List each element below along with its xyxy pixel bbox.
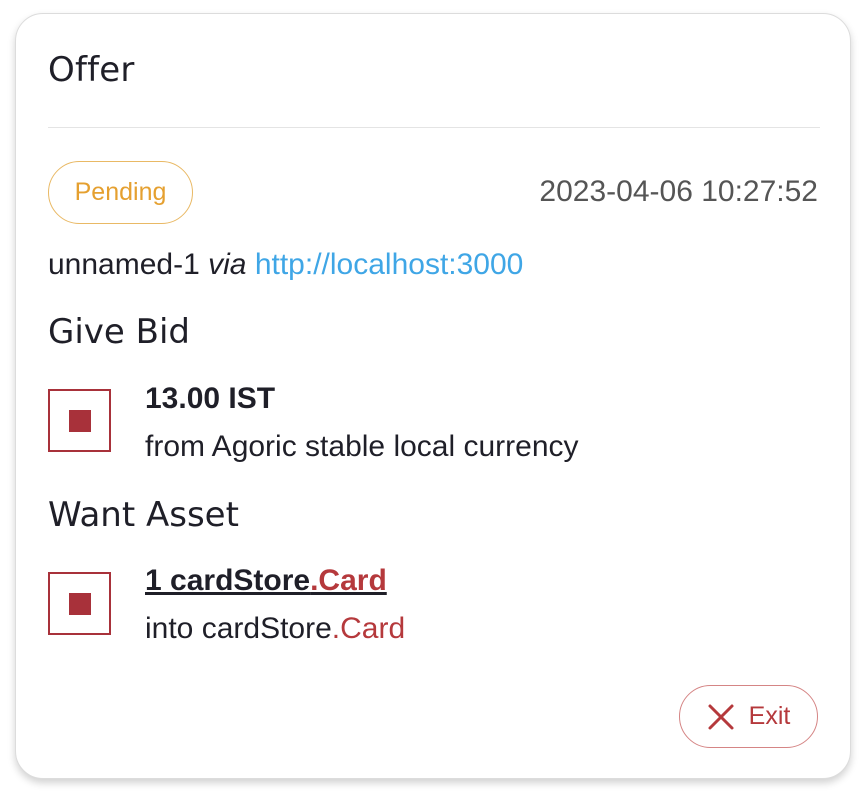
offer-title: Offer — [48, 50, 135, 90]
give-amount: 13.00 IST — [145, 382, 276, 415]
offer-card: Offer Pending 2023-04-06 10:27:52 unname… — [15, 13, 851, 779]
want-amount-prefix: 1 cardStore — [145, 564, 311, 597]
want-amount[interactable]: 1 cardStore.Card — [145, 564, 387, 598]
asset-square-inner — [68, 592, 91, 615]
offer-source: unnamed-1 via http://localhost:3000 — [48, 248, 523, 282]
give-heading: Give Bid — [48, 312, 190, 352]
status-badge: Pending — [48, 161, 193, 224]
origin-link[interactable]: http://localhost:3000 — [255, 248, 524, 281]
want-heading: Want Asset — [48, 495, 239, 535]
want-description-suffix: .Card — [331, 612, 406, 645]
asset-square-icon — [48, 389, 111, 452]
want-description-prefix: into cardStore — [145, 612, 332, 645]
exit-button[interactable]: Exit — [679, 685, 818, 748]
divider — [48, 127, 820, 128]
give-description: from Agoric stable local currency — [145, 430, 579, 463]
asset-square-icon — [48, 572, 111, 635]
dapp-name: unnamed-1 — [48, 248, 200, 281]
asset-square-inner — [68, 409, 91, 432]
want-amount-suffix: .Card — [310, 564, 387, 597]
via-label: via — [208, 248, 247, 281]
exit-label: Exit — [748, 702, 791, 730]
close-x-icon — [707, 703, 735, 731]
want-description: into cardStore.Card — [145, 612, 405, 646]
offer-timestamp: 2023-04-06 10:27:52 — [539, 175, 818, 208]
